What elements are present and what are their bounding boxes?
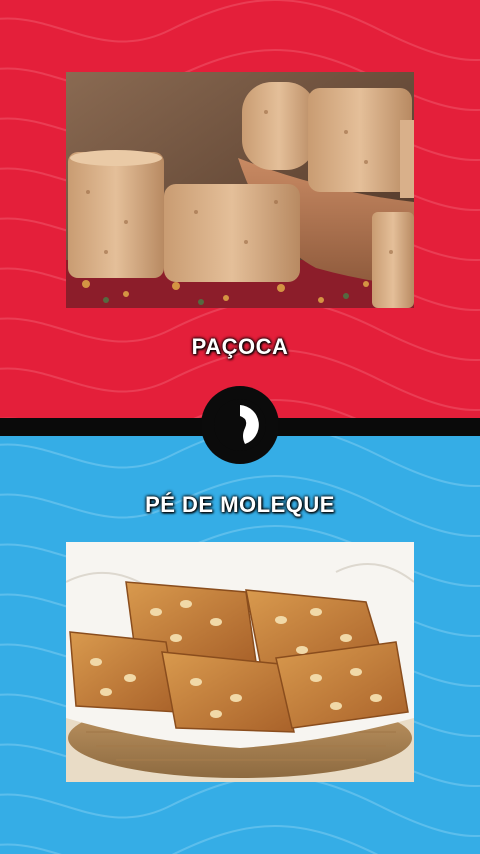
top-option-panel[interactable]: PAÇOCA [0,0,480,418]
top-option-label: PAÇOCA [191,334,289,359]
timer-progress-icon [214,399,266,451]
pe-de-moleque-photo[interactable] [66,542,414,782]
bottom-option-label: PÉ DE MOLEQUE [145,492,335,517]
bottom-option-panel[interactable]: PÉ DE MOLEQUE [0,436,480,854]
countdown-timer-icon [201,386,279,464]
pacoca-photo[interactable] [66,72,414,308]
